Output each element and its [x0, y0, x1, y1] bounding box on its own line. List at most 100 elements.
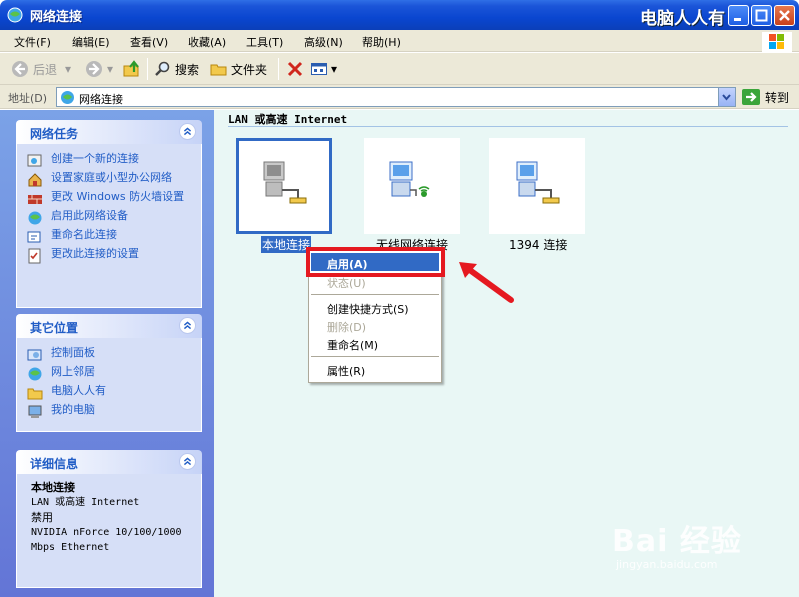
task-pane: 网络任务 创建一个新的连接 设置家庭或小型办公网络 更改 Windows 防火墙…	[0, 110, 214, 597]
address-bar: 地址(D) 网络连接 转到	[0, 85, 799, 109]
folder-icon	[27, 388, 43, 400]
minimize-button[interactable]	[728, 5, 749, 26]
menu-edit[interactable]: 编辑(E)	[72, 34, 110, 50]
delete-x-icon	[287, 61, 303, 77]
details-header[interactable]: 详细信息	[16, 450, 202, 474]
go-arrow-icon	[742, 89, 760, 105]
details-type: LAN 或高速 Internet	[31, 497, 140, 508]
brand-text: 电脑人人有	[640, 9, 725, 29]
toolbar-separator	[147, 58, 148, 80]
window-title: 网络连接	[30, 10, 83, 25]
group-header: LAN 或高速 Internet	[228, 113, 348, 126]
toolbar: 后退 ▾ ▾ 搜索 文件夹 ▾	[0, 53, 799, 85]
connection-local-label[interactable]: 本地连接	[261, 236, 312, 253]
home-network-icon	[28, 173, 42, 187]
task-rename-connection[interactable]: 重命名此连接	[27, 229, 193, 245]
menu-separator	[311, 294, 439, 295]
details-status: 禁用	[31, 511, 53, 524]
menu-file[interactable]: 文件(F)	[14, 34, 51, 50]
task-setup-home-network[interactable]: 设置家庭或小型办公网络	[27, 172, 193, 188]
other-places-header[interactable]: 其它位置	[16, 314, 202, 338]
task-firewall-settings[interactable]: 更改 Windows 防火墙设置	[27, 191, 193, 207]
go-button[interactable]: 转到	[741, 88, 789, 106]
collapse-chevron-icon[interactable]	[179, 317, 196, 334]
up-button[interactable]	[122, 59, 145, 79]
firewall-icon	[28, 195, 42, 204]
connection-1394-label[interactable]: 1394 连接	[509, 236, 567, 253]
menu-bar: 文件(F) 编辑(E) 查看(V) 收藏(A) 工具(T) 高级(N) 帮助(H…	[0, 30, 799, 52]
folders-label: 文件夹	[231, 62, 268, 77]
up-folder-icon	[123, 60, 139, 77]
back-button[interactable]: 后退 ▾	[10, 59, 71, 79]
folder-icon	[210, 64, 227, 76]
annotation-arrow-icon	[459, 262, 514, 303]
place-control-panel[interactable]: 控制面板	[27, 347, 193, 363]
details-name: 本地连接	[31, 481, 75, 494]
settings-checklist-icon	[28, 248, 41, 264]
lan-computer-icon	[263, 161, 307, 204]
task-enable-device[interactable]: 启用此网络设备	[27, 210, 193, 226]
views-button[interactable]: ▾	[310, 59, 337, 79]
watermark-url: jingyan.baidu.com	[616, 558, 718, 571]
views-dropdown-icon: ▾	[331, 62, 338, 76]
menu-item-properties[interactable]: 属性(R)	[327, 363, 365, 379]
task-create-connection[interactable]: 创建一个新的连接	[27, 153, 193, 169]
menu-view[interactable]: 查看(V)	[130, 34, 168, 50]
network-tasks-panel: 网络任务 创建一个新的连接 设置家庭或小型办公网络 更改 Windows 防火墙…	[16, 120, 202, 308]
lan-computer-icon	[516, 161, 560, 204]
connection-wireless[interactable]	[364, 138, 468, 238]
menu-item-rename[interactable]: 重命名(M)	[327, 337, 378, 353]
search-icon	[155, 61, 170, 76]
menu-favorites[interactable]: 收藏(A)	[188, 34, 226, 50]
search-label: 搜索	[175, 62, 200, 77]
network-globe-icon	[61, 91, 74, 104]
address-dropdown-button[interactable]	[718, 88, 735, 106]
windows-logo-icon	[762, 32, 792, 52]
annotation-highlight-box	[306, 247, 445, 277]
menu-tools[interactable]: 工具(T)	[246, 34, 283, 50]
place-network-neighborhood[interactable]: 网上邻居	[27, 366, 193, 382]
rename-icon	[27, 231, 41, 243]
back-arrow-icon	[12, 61, 28, 77]
minimize-icon	[734, 18, 741, 21]
collapse-chevron-icon[interactable]	[179, 453, 196, 470]
network-tasks-title: 网络任务	[30, 127, 79, 141]
place-brand-folder[interactable]: 电脑人人有	[27, 385, 193, 401]
menu-item-status: 状态(U)	[327, 277, 366, 290]
delete-toolbar-button[interactable]	[286, 59, 307, 79]
connection-local[interactable]	[236, 138, 340, 238]
maximize-icon	[755, 9, 768, 22]
task-change-settings[interactable]: 更改此连接的设置	[27, 248, 193, 264]
views-grid-icon	[311, 63, 327, 75]
my-computer-icon	[28, 405, 42, 418]
forward-arrow-icon	[86, 61, 102, 77]
other-places-panel: 其它位置 控制面板 网上邻居 电脑人人有 我的电脑	[16, 314, 202, 432]
watermark-logo: Bai 经验	[612, 524, 742, 559]
forward-dropdown-icon: ▾	[107, 62, 114, 76]
baidu-watermark: Bai 经验 jingyan.baidu.com	[612, 516, 742, 571]
title-bar[interactable]: 网络连接 电脑人人有	[0, 0, 799, 30]
details-panel: 详细信息 本地连接 LAN 或高速 Internet 禁用 NVIDIA nFo…	[16, 450, 202, 588]
back-label: 后退	[33, 62, 58, 77]
menu-item-create-shortcut[interactable]: 创建快捷方式(S)	[327, 301, 409, 317]
place-my-computer[interactable]: 我的电脑	[27, 404, 193, 420]
menu-help[interactable]: 帮助(H)	[362, 34, 401, 50]
control-panel-icon	[27, 349, 42, 361]
close-button[interactable]	[774, 5, 795, 26]
menu-advanced[interactable]: 高级(N)	[304, 34, 343, 50]
connection-1394[interactable]	[489, 138, 593, 238]
forward-button[interactable]: ▾	[84, 59, 113, 79]
network-tasks-header[interactable]: 网络任务	[16, 120, 202, 144]
network-neighborhood-icon	[28, 367, 42, 381]
search-button[interactable]: 搜索	[154, 59, 199, 79]
address-field[interactable]: 网络连接	[56, 87, 736, 107]
maximize-button[interactable]	[751, 5, 772, 26]
menu-item-delete: 删除(D)	[327, 321, 367, 334]
chevron-down-icon	[722, 94, 731, 101]
folders-button[interactable]: 文件夹	[210, 59, 267, 79]
network-connections-icon	[7, 7, 23, 23]
close-icon	[779, 10, 790, 21]
collapse-chevron-icon[interactable]	[179, 123, 196, 140]
address-value: 网络连接	[79, 93, 123, 106]
group-divider	[228, 126, 788, 127]
